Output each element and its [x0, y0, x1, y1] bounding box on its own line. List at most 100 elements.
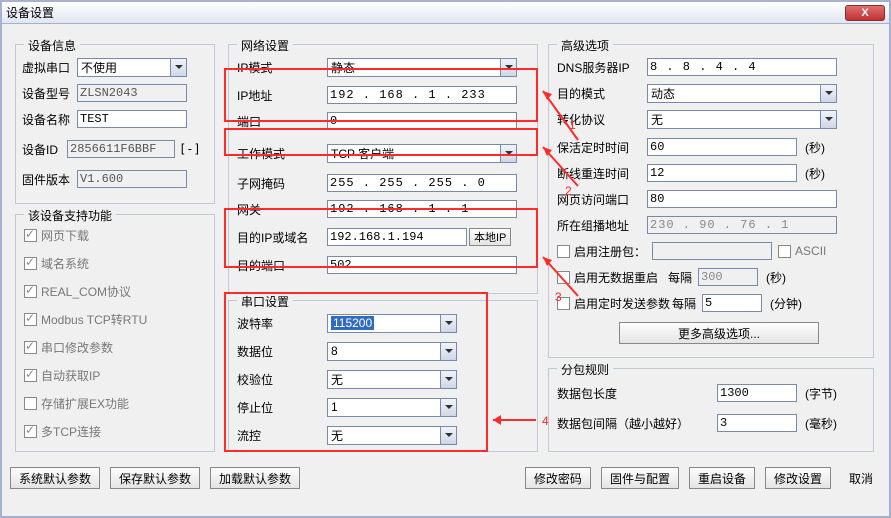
cancel-button[interactable]: 取消	[841, 467, 881, 489]
field-reg-pkt	[652, 242, 772, 260]
unit-sec3: (秒)	[766, 269, 786, 286]
unit-byte: (字节)	[805, 385, 837, 402]
check-nodata-restart[interactable]: 启用无数据重启	[557, 269, 658, 286]
field-ip-addr[interactable]: 192 . 168 . 1 . 233	[327, 86, 517, 104]
restart-button[interactable]: 重启设备	[689, 467, 755, 489]
label-dns: DNS服务器IP	[557, 59, 647, 76]
label-virtual-port: 虚拟串口	[22, 59, 77, 76]
check-ascii[interactable]: ASCII	[778, 244, 826, 258]
group-serial: 串口设置 波特率 115200 数据位 8 校验位 无 停止位 1 流控 无	[228, 300, 538, 452]
legend-packet: 分包规则	[557, 361, 613, 378]
field-reconnect[interactable]: 12	[647, 164, 797, 182]
feature-modbus: Modbus TCP转RTU	[24, 311, 147, 328]
select-flow[interactable]: 无	[327, 426, 457, 445]
label-ip-addr: IP地址	[237, 87, 327, 104]
label-baud: 波特率	[237, 315, 327, 332]
field-mask[interactable]: 255 . 255 . 255 . 0	[327, 174, 517, 192]
field-dest-port[interactable]: 502	[327, 256, 517, 274]
field-port[interactable]: 0	[327, 112, 517, 130]
close-icon[interactable]: X	[845, 5, 885, 21]
field-nodata: 300	[698, 268, 758, 286]
chevron-down-icon	[170, 59, 186, 76]
titlebar: 设备设置 X	[2, 2, 889, 24]
field-id: 2856611F6BBF	[67, 140, 175, 158]
select-parity[interactable]: 无	[327, 370, 457, 389]
check-timed-send[interactable]: 启用定时发送参数	[557, 295, 670, 312]
window-title: 设备设置	[6, 4, 845, 21]
label-keepalive: 保活定时时间	[557, 139, 647, 156]
more-advanced-button[interactable]: 更多高级选项...	[619, 322, 819, 344]
load-default-button[interactable]: 加载默认参数	[210, 467, 300, 489]
select-work-mode[interactable]: TCP 客户端	[327, 144, 517, 163]
label-dest-port: 目的端口	[237, 257, 327, 274]
feature-realcom: REAL_COM协议	[24, 283, 131, 300]
label-port: 端口	[237, 113, 327, 130]
label-every1: 每隔	[668, 269, 692, 286]
select-baud[interactable]: 115200	[327, 314, 457, 333]
field-webport[interactable]: 80	[647, 190, 837, 208]
legend-device-info: 设备信息	[24, 37, 80, 54]
chevron-down-icon	[440, 399, 456, 416]
field-keepalive[interactable]: 60	[647, 138, 797, 156]
label-model: 设备型号	[22, 85, 77, 102]
select-ip-mode[interactable]: 静态	[327, 58, 517, 77]
group-network: 网络设置 IP模式 静态 IP地址 192 . 168 . 1 . 233 端口…	[228, 44, 538, 294]
chevron-down-icon	[440, 315, 456, 332]
select-databit[interactable]: 8	[327, 342, 457, 361]
fw-cfg-button[interactable]: 固件与配置	[601, 467, 679, 489]
label-pkt-len: 数据包长度	[557, 385, 717, 402]
label-reconnect: 断线重连时间	[557, 165, 647, 182]
field-name[interactable]: TEST	[77, 110, 187, 128]
label-pkt-gap: 数据包间隔（越小越好）	[557, 415, 717, 432]
label-work-mode: 工作模式	[237, 145, 327, 162]
chevron-down-icon	[820, 111, 836, 128]
feature-dns: 域名系统	[24, 255, 89, 272]
sys-default-button[interactable]: 系统默认参数	[10, 467, 100, 489]
label-ip-mode: IP模式	[237, 59, 327, 76]
unit-sec: (秒)	[805, 139, 825, 156]
label-dest-ip: 目的IP或域名	[237, 229, 327, 246]
unit-ms: (毫秒)	[805, 415, 837, 432]
label-fw: 固件版本	[22, 171, 77, 188]
select-dest-mode[interactable]: 动态	[647, 84, 837, 103]
field-pkt-gap[interactable]: 3	[717, 414, 797, 432]
local-ip-button[interactable]: 本地IP	[469, 228, 511, 246]
select-stopbit[interactable]: 1	[327, 398, 457, 417]
field-pkt-len[interactable]: 1300	[717, 384, 797, 402]
label-parity: 校验位	[237, 371, 327, 388]
chevron-down-icon	[440, 371, 456, 388]
label-proto: 转化协议	[557, 111, 647, 128]
feature-auto-ip: 自动获取IP	[24, 367, 100, 384]
feature-web-download: 网页下载	[24, 227, 89, 244]
feature-multi-tcp: 多TCP连接	[24, 423, 101, 440]
change-pwd-button[interactable]: 修改密码	[525, 467, 591, 489]
group-packet: 分包规则 数据包长度 1300 (字节) 数据包间隔（越小越好） 3 (毫秒)	[548, 368, 874, 452]
feature-serial-mod: 串口修改参数	[24, 339, 113, 356]
label-flow: 流控	[237, 427, 327, 444]
save-default-button[interactable]: 保存默认参数	[110, 467, 200, 489]
label-every2: 每隔	[672, 295, 696, 312]
field-model: ZLSN2043	[77, 84, 187, 102]
apply-button[interactable]: 修改设置	[765, 467, 831, 489]
unit-min: (分钟)	[770, 295, 802, 312]
chevron-down-icon	[500, 145, 516, 162]
legend-serial: 串口设置	[237, 293, 293, 310]
group-advanced: 高级选项 DNS服务器IP 8 . 8 . 4 . 4 目的模式 动态 转化协议…	[548, 44, 874, 358]
field-timed[interactable]: 5	[702, 294, 762, 312]
field-dest-ip[interactable]: 192.168.1.194	[327, 228, 467, 246]
check-reg-pkt[interactable]: 启用注册包：	[557, 243, 646, 260]
label-multicast: 所在组播地址	[557, 217, 647, 234]
field-multicast: 230 . 90 . 76 . 1	[647, 216, 837, 234]
select-virtual-port[interactable]: 不使用	[77, 58, 187, 77]
id-collapse-button[interactable]: [-]	[179, 142, 201, 156]
field-dns[interactable]: 8 . 8 . 4 . 4	[647, 58, 837, 76]
unit-sec2: (秒)	[805, 165, 825, 182]
field-gw[interactable]: 192 . 168 . 1 . 1	[327, 200, 517, 218]
field-fw: V1.600	[77, 170, 187, 188]
chevron-down-icon	[440, 427, 456, 444]
label-name: 设备名称	[22, 111, 77, 128]
label-id: 设备ID	[22, 141, 67, 158]
chevron-down-icon	[820, 85, 836, 102]
select-proto[interactable]: 无	[647, 110, 837, 129]
label-gw: 网关	[237, 201, 327, 218]
